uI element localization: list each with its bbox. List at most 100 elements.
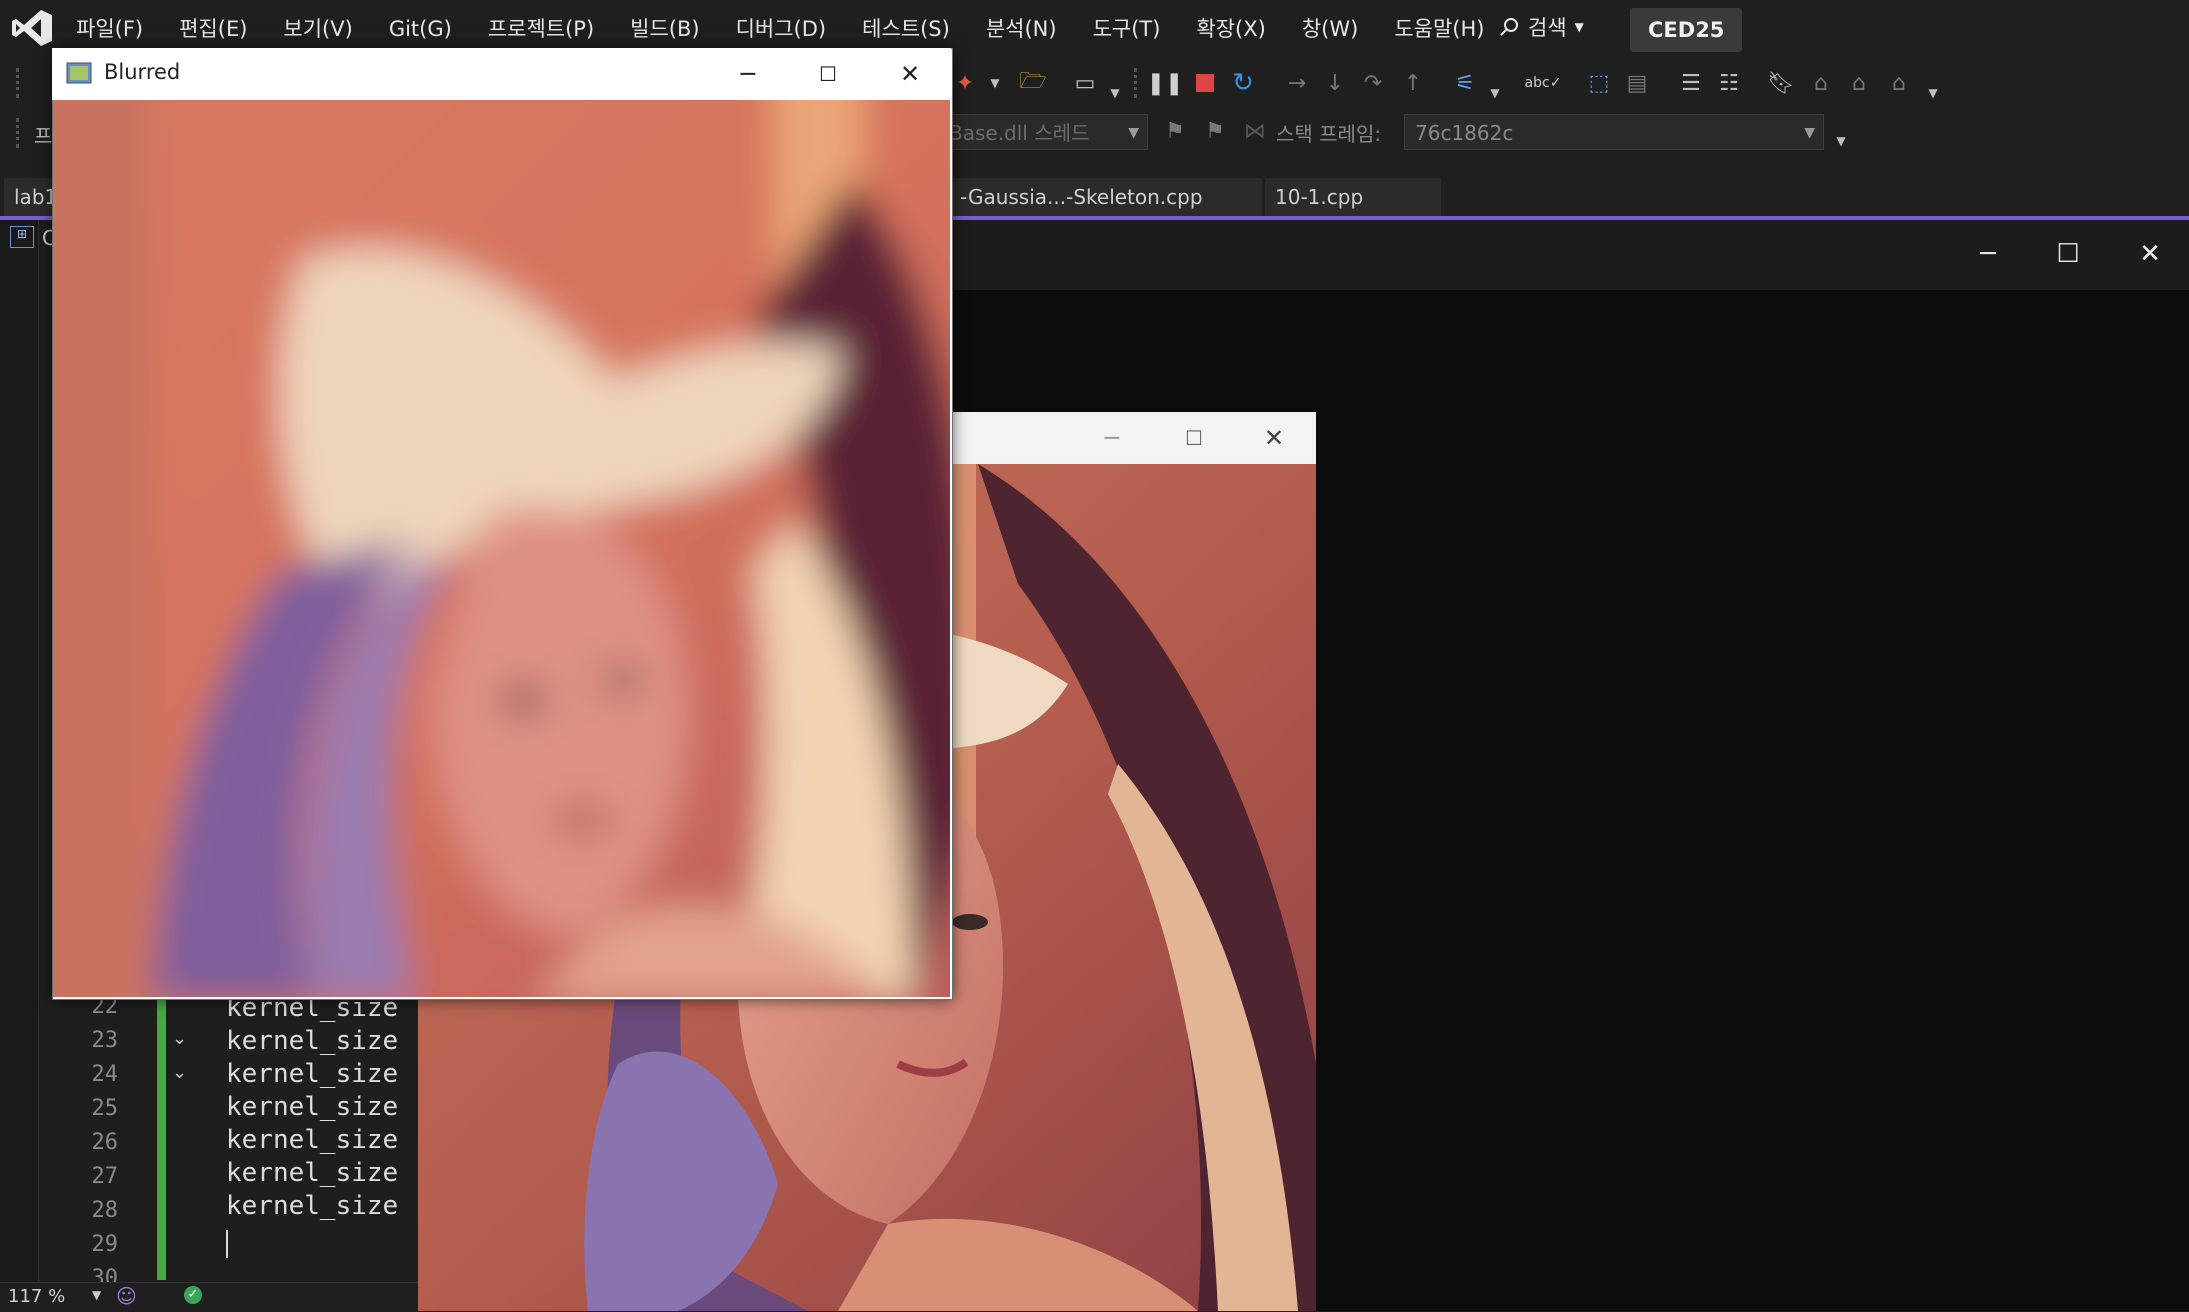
- select-icon[interactable]: ⬚: [1584, 68, 1614, 98]
- maximize-icon[interactable]: ☐: [1174, 418, 1214, 458]
- window-title: Blurred: [104, 60, 181, 84]
- menu-extensions[interactable]: 확장(X): [1178, 12, 1283, 46]
- class-view-icon[interactable]: ⊞: [10, 226, 34, 248]
- step-into-icon[interactable]: ↓: [1320, 68, 1350, 98]
- menu-build[interactable]: 빌드(B): [612, 12, 717, 46]
- zoom-level[interactable]: 117 %: [8, 1286, 65, 1307]
- pause-icon[interactable]: ❚❚: [1147, 68, 1184, 98]
- blurred-image: [53, 100, 950, 997]
- line-number: 25: [91, 1096, 119, 1121]
- line-number-gutter: 22 23 24 25 26 27 28 29 30: [38, 990, 119, 1296]
- code-line: kernel_size: [226, 1092, 399, 1122]
- fold-toggle-icon[interactable]: ⌄: [172, 1028, 187, 1049]
- minimize-icon[interactable]: ─: [1092, 418, 1132, 458]
- toolbar-grip[interactable]: [16, 68, 25, 98]
- tab-lab1[interactable]: lab1: [4, 178, 57, 216]
- menu-test[interactable]: 테스트(S): [844, 12, 968, 46]
- menu-git[interactable]: Git(G): [371, 12, 470, 46]
- code-line: kernel_size: [226, 1059, 399, 1089]
- spellcheck-icon[interactable]: abc✓: [1525, 68, 1562, 98]
- side-tool-strip: [0, 220, 39, 1282]
- menu-project[interactable]: 프로젝트(P): [470, 12, 612, 46]
- chevron-down-icon[interactable]: ▼: [980, 68, 1010, 98]
- bookmark-next-icon[interactable]: ⌂: [1844, 68, 1874, 98]
- step-over-icon[interactable]: ↷: [1358, 68, 1388, 98]
- fold-toggle-icon[interactable]: ⌄: [172, 1062, 187, 1083]
- chevron-down-icon: ▼: [1574, 20, 1584, 34]
- menu-analyze[interactable]: 분석(N): [968, 12, 1075, 46]
- copilot-icon[interactable]: ☺: [116, 1284, 137, 1308]
- stack-frame-value: 76c1862c: [1415, 121, 1514, 145]
- restart-icon[interactable]: ↻: [1228, 68, 1258, 98]
- stop-icon[interactable]: [1190, 68, 1220, 98]
- stack-frame-combo[interactable]: 76c1862c ▼: [1404, 114, 1824, 150]
- close-icon[interactable]: ✕: [2130, 234, 2170, 274]
- indent-icon[interactable]: ☰: [1676, 68, 1706, 98]
- code-line: kernel_size: [226, 1158, 399, 1188]
- chevron-down-icon[interactable]: ▼: [1100, 78, 1130, 108]
- chevron-down-icon[interactable]: ▼: [1480, 78, 1510, 108]
- minimize-icon[interactable]: ─: [1968, 234, 2008, 274]
- line-number: 24: [91, 1062, 119, 1087]
- menu-file[interactable]: 파일(F): [58, 12, 161, 46]
- close-icon[interactable]: ✕: [890, 54, 930, 94]
- line-number: 26: [91, 1130, 119, 1155]
- folder-icon[interactable]: 🗁: [1018, 68, 1048, 98]
- filter-icon[interactable]: ⋈: [1240, 116, 1270, 146]
- maximize-icon[interactable]: ☐: [808, 54, 848, 94]
- no-issues-icon[interactable]: ✓: [184, 1286, 202, 1304]
- save-icon[interactable]: ▭: [1070, 68, 1100, 98]
- toolbar-grip[interactable]: [16, 118, 25, 148]
- line-number: 28: [91, 1198, 119, 1223]
- step-out-icon[interactable]: ↑: [1398, 68, 1428, 98]
- toolbar-fragment: 프: [34, 124, 53, 148]
- outdent-icon[interactable]: ☷: [1714, 68, 1744, 98]
- toolbar-overflow-icon[interactable]: ▼: [1826, 126, 1856, 156]
- minimize-icon[interactable]: ─: [728, 54, 768, 94]
- solution-badge[interactable]: CED25: [1630, 8, 1743, 52]
- app-icon: [66, 62, 92, 84]
- blurred-image-art: [53, 100, 950, 997]
- menu-help[interactable]: 도움말(H): [1376, 12, 1502, 46]
- menu-tools[interactable]: 도구(T): [1075, 12, 1179, 46]
- tab-gaussian-skeleton[interactable]: -Gaussia...-Skeleton.cpp: [950, 178, 1262, 216]
- search-icon: [1500, 18, 1518, 36]
- tab-10-1[interactable]: 10-1.cpp: [1265, 178, 1441, 216]
- toolbar-overflow-icon[interactable]: ▼: [1918, 78, 1948, 108]
- flag-icon[interactable]: ⚑: [1160, 116, 1190, 146]
- code-area[interactable]: kernel_size kernel_size kernel_size kern…: [226, 992, 398, 1256]
- text-caret: [226, 1230, 228, 1258]
- menu-debug[interactable]: 디버그(D): [718, 12, 845, 46]
- search-label: 검색: [1528, 16, 1567, 40]
- thread-combo-value: Base.dll 스레드: [949, 121, 1090, 145]
- chevron-down-icon: ▼: [1804, 125, 1815, 141]
- flags-icon[interactable]: ⚑: [1200, 116, 1230, 146]
- code-line: kernel_size: [226, 1026, 399, 1056]
- maximize-icon[interactable]: ☐: [2048, 234, 2088, 274]
- thread-combo[interactable]: Base.dll 스레드 ▼: [940, 114, 1148, 150]
- main-menu: 파일(F) 편집(E) 보기(V) Git(G) 프로젝트(P) 빌드(B) 디…: [58, 12, 1502, 46]
- menu-edit[interactable]: 편집(E): [161, 12, 265, 46]
- close-icon[interactable]: ✕: [1254, 418, 1294, 458]
- bookmark-clear-icon[interactable]: ⌂: [1884, 68, 1914, 98]
- format-icon[interactable]: ▤: [1622, 68, 1652, 98]
- line-number: 27: [91, 1164, 119, 1189]
- line-number: 29: [91, 1232, 119, 1257]
- line-number: 23: [91, 1028, 119, 1053]
- hot-reload-icon[interactable]: ✦: [950, 68, 980, 98]
- bookmark-prev-icon[interactable]: ⌂: [1806, 68, 1836, 98]
- bookmark-icon[interactable]: 🔖︎: [1766, 68, 1796, 98]
- visual-studio-logo[interactable]: [10, 8, 54, 48]
- search-box[interactable]: 검색 ▼: [1488, 10, 1594, 44]
- diagnostics-icon[interactable]: ⚟: [1450, 68, 1480, 98]
- menu-window[interactable]: 창(W): [1284, 12, 1376, 46]
- code-line: kernel_size: [226, 1191, 399, 1221]
- toolbar-grip[interactable]: [1134, 68, 1143, 98]
- code-line: kernel_size: [226, 1125, 399, 1155]
- menu-view[interactable]: 보기(V): [265, 12, 370, 46]
- stack-frame-label: 스택 프레임:: [1276, 122, 1382, 146]
- show-next-statement-icon[interactable]: →: [1282, 68, 1312, 98]
- chevron-down-icon[interactable]: ▼: [92, 1288, 101, 1302]
- chevron-down-icon: ▼: [1128, 125, 1139, 141]
